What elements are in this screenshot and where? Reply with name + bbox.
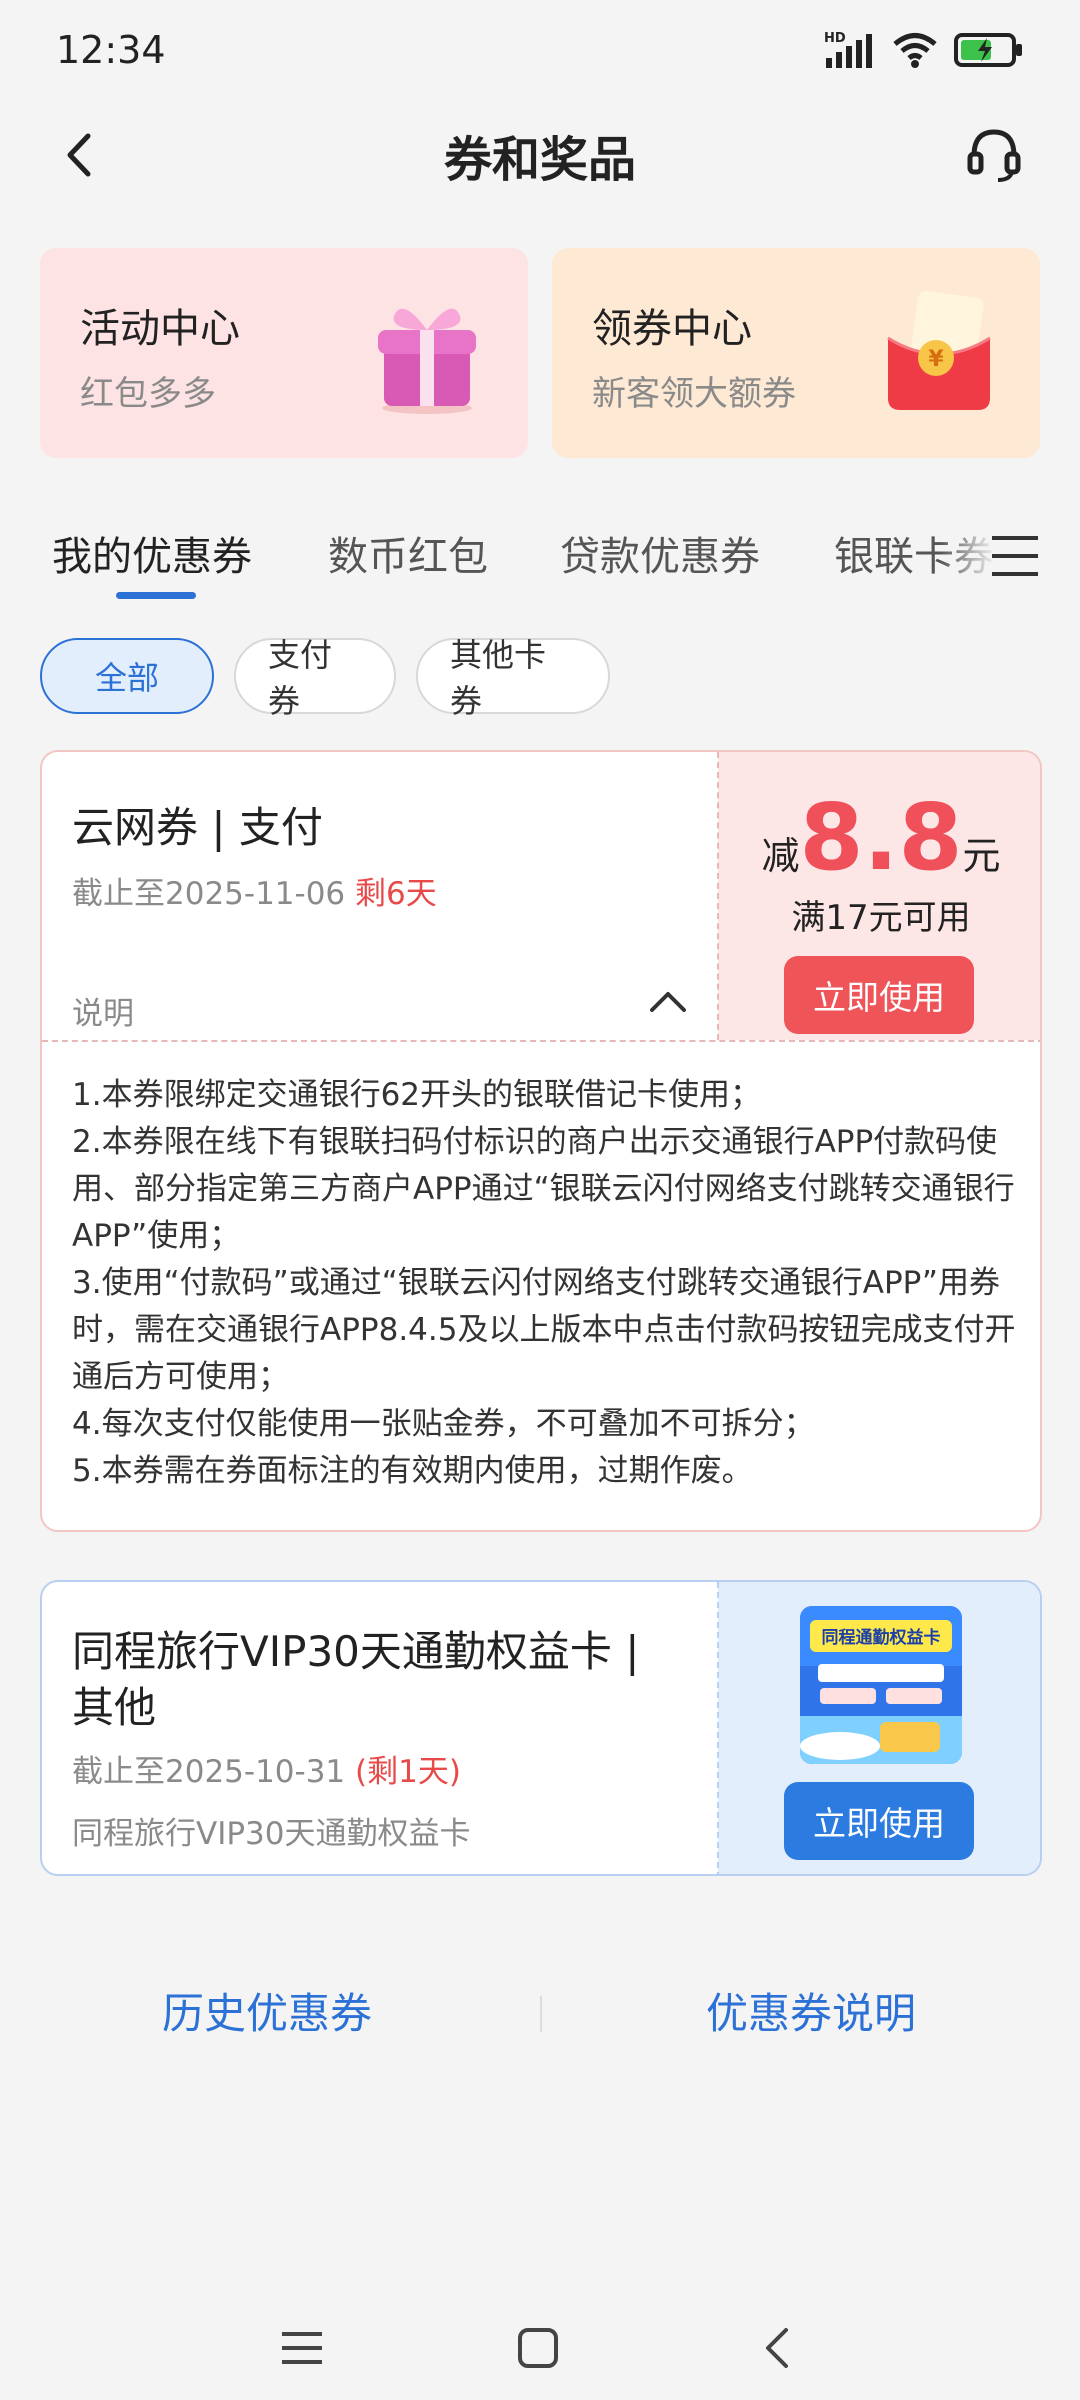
svg-text:¥: ¥ [928,347,944,372]
coupon-expiry: 截止至2025-11-06 剩6天 [72,868,437,913]
coupon-card-tongcheng: 同程通勤权益卡 立即使用 同程旅行VIP30天通勤权益卡 | 其他 截止至202… [40,1580,1042,1876]
rule-item: 3.使用“付款码”或通过“银联云闪付网络支付跳转交通银行APP”用券时，需在交通… [72,1265,1016,1395]
coupon-description: 同程旅行VIP30天通勤权益卡 [72,1816,471,1852]
active-tab-indicator [116,592,196,599]
system-nav-bar [0,2300,1080,2400]
use-now-button[interactable]: 立即使用 [784,1782,974,1860]
divider [42,1040,1040,1042]
back-nav-icon[interactable] [756,2326,800,2370]
coupon-explain-link[interactable]: 优惠券说明 [706,1980,916,2041]
coupon-image-panel: 同程通勤权益卡 立即使用 [718,1582,1040,1874]
page-title: 券和奖品 [443,132,636,188]
coupon-name: 同程旅行VIP30天通勤权益卡 | 其他 [72,1627,640,1732]
expiry-date: 截止至2025-11-06 [72,876,346,912]
coupon-note-label[interactable]: 说明 [72,988,134,1033]
status-time: 12:34 [56,28,166,72]
amount-prefix: 减 [761,834,800,878]
chevron-up-icon[interactable] [648,986,688,1016]
hd-label: HD [824,31,846,46]
chip-other-cards[interactable]: 其他卡券 [416,636,610,720]
entry-cards: 活动中心 红包多多 领券中心 新客领大额券 ¥ [40,248,1040,458]
rule-item: 1.本券限绑定交通银行62开头的银联借记卡使用； [72,1077,762,1113]
coupon-amount: 减8.8元 [718,784,1040,891]
coupon-card-yunwang: 减8.8元 满17元可用 立即使用 云网券 | 支付 截止至2025-11-06… [40,750,1042,1532]
customer-service-icon[interactable] [964,124,1024,184]
status-icons: HD [824,30,1024,70]
coupon-rules: 1.本券限绑定交通银行62开头的银联借记卡使用； 2.本券限在线下有银联扫码付标… [72,1072,1022,1495]
coupon-expiry: 截止至2025-10-31 (剩1天) [72,1746,461,1791]
gift-icon [378,308,476,414]
days-remaining: (剩1天) [355,1754,461,1790]
signal-icon: HD [824,31,872,68]
coupon-amount-panel: 减8.8元 满17元可用 立即使用 [718,752,1040,1040]
coupon-center-card[interactable]: 领券中心 新客领大额券 ¥ [552,248,1040,458]
rule-item: 2.本券限在线下有银联扫码付标识的商户出示交通银行APP付款码使用、部分指定第三… [72,1124,1015,1254]
back-icon[interactable] [56,130,106,180]
activity-center-card[interactable]: 活动中心 红包多多 [40,248,528,458]
chip-payment[interactable]: 支付券 [234,636,396,720]
expiry-date: 截止至2025-10-31 [72,1754,346,1790]
chip-all[interactable]: 全部 [40,638,214,714]
history-coupons-link[interactable]: 历史优惠券 [162,1980,372,2041]
rule-item: 5.本券需在券面标注的有效期内使用，过期作废。 [72,1453,753,1489]
footer-links: 历史优惠券 优惠券说明 [0,1970,1080,2050]
status-bar: 12:34 HD [0,0,1080,100]
coupon-condition: 满17元可用 [791,898,971,938]
amount-value: 8.8 [799,784,963,891]
coupon-thumbnail: 同程通勤权益卡 [800,1606,962,1764]
use-now-button[interactable]: 立即使用 [784,956,974,1034]
thumb-title: 同程通勤权益卡 [822,1627,941,1648]
divider [540,1996,542,2032]
wifi-icon [893,33,937,68]
rule-item: 4.每次支付仅能使用一张贴金券，不可叠加不可拆分； [72,1406,815,1442]
menu-icon[interactable] [992,534,1038,578]
tab-my-coupons[interactable]: 我的优惠券 [52,524,252,582]
nav-header: 券和奖品 [0,100,1080,210]
home-icon[interactable] [516,2326,560,2370]
recents-icon[interactable] [280,2326,324,2370]
red-envelope-icon: ¥ [887,290,991,410]
battery-icon [954,33,1022,67]
tab-digital-red-packet[interactable]: 数币红包 [328,524,488,582]
divider [717,752,719,1040]
tab-loan-coupons[interactable]: 贷款优惠券 [560,524,760,582]
coupon-name: 云网券 | 支付 [72,803,323,852]
amount-unit: 元 [962,834,1001,878]
coupon-tabs: 我的优惠券 数币红包 贷款优惠券 银联卡券 [0,510,1080,600]
filter-chips: 全部 支付券 其他卡券 [40,636,610,720]
days-remaining: 剩6天 [355,876,437,912]
divider [717,1582,719,1874]
